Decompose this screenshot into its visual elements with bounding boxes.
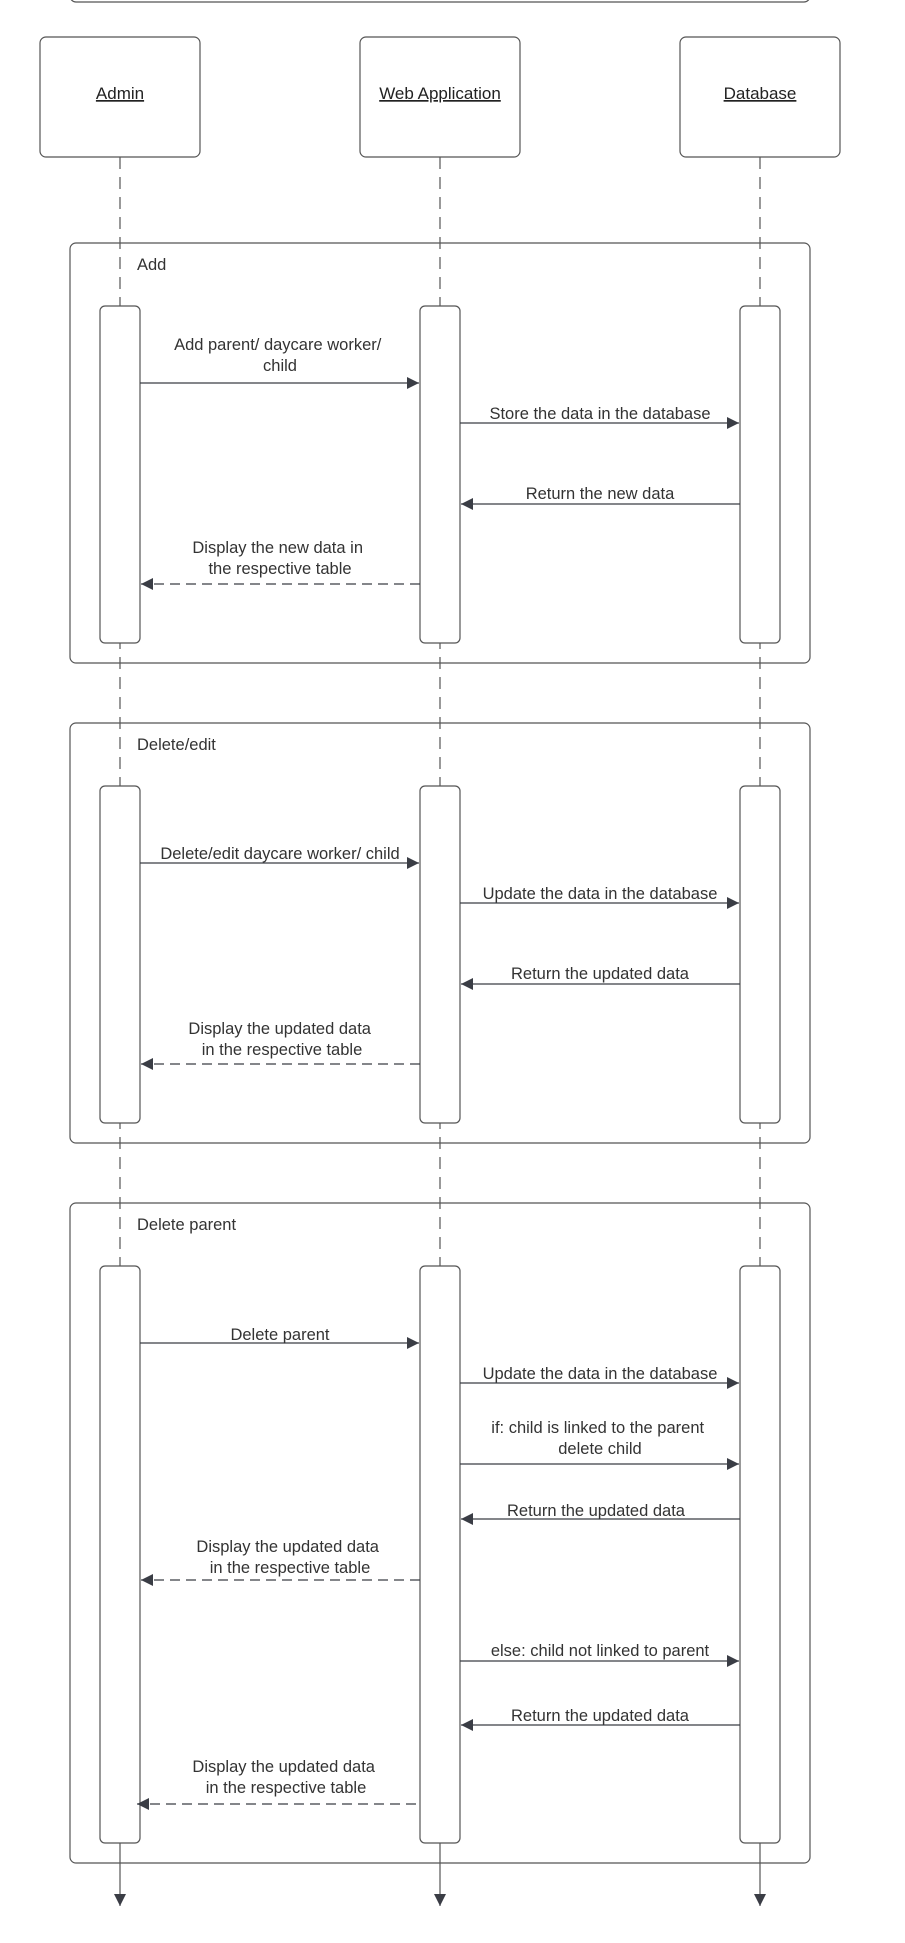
activation-bar-admin-2: [99, 785, 141, 1124]
message-label-line: Display the updated data: [192, 1758, 375, 1776]
activation-bar-web-3: [419, 1265, 461, 1844]
message-label-line: Display the new data in: [192, 539, 363, 557]
message: Update the data in the database: [460, 885, 739, 909]
message-label: Return the updated data: [511, 965, 690, 983]
top-partial-box: [70, 0, 810, 3]
message-label-line: Return the updated data: [511, 1707, 690, 1725]
actor-web: Web Application: [359, 36, 521, 158]
actor-db: Database: [679, 36, 841, 158]
lifeline-ends: [114, 1848, 766, 1906]
message-label: Display the new data in the respective t…: [192, 539, 367, 578]
activation-bar-admin-3: [99, 1265, 141, 1844]
message: Store the data in the database: [460, 405, 739, 429]
message-label: Update the data in the database: [483, 885, 718, 903]
message-label-line: Display the updated data: [196, 1538, 379, 1556]
sequence-diagram: Admin Web Application Database Add Delet…: [39, 0, 841, 1906]
message-label: Display the updated data in the respecti…: [196, 1538, 383, 1577]
message-label: else: child not linked to parent: [491, 1642, 710, 1660]
message: Delete/edit daycare worker/ child: [140, 845, 419, 869]
actor-admin: Admin: [39, 36, 201, 158]
message-label-line: Update the data in the database: [483, 1365, 718, 1383]
activation-bar-web-2: [419, 785, 461, 1124]
message-label-line: else: child not linked to parent: [491, 1642, 710, 1660]
message-label-line: in the respective table: [202, 1041, 363, 1059]
message: Display the updated data in the respecti…: [141, 1020, 420, 1070]
message: Return the updated data: [461, 1707, 740, 1731]
message-label-line: in the respective table: [206, 1779, 367, 1797]
message-label: if: child is linked to the parent delete…: [491, 1419, 708, 1458]
message-label: Display the updated data in the respecti…: [192, 1758, 379, 1797]
message-label: Store the data in the database: [489, 405, 710, 423]
message-label: Return the updated data: [511, 1707, 690, 1725]
message-label-line: the respective table: [208, 560, 351, 578]
actor-web-label: Web Application: [379, 84, 501, 103]
activation-bar-admin-1: [99, 305, 141, 644]
message: Display the updated data in the respecti…: [141, 1538, 420, 1586]
message: Return the new data: [461, 485, 740, 510]
message: Update the data in the database: [460, 1365, 739, 1389]
message-label-line: Add parent/ daycare worker/: [174, 336, 382, 354]
message: Display the new data in the respective t…: [141, 539, 420, 590]
message-label-line: if: child is linked to the parent: [491, 1419, 704, 1437]
actor-db-label: Database: [724, 84, 797, 103]
message-label: Return the new data: [526, 485, 675, 503]
fragment-delete-parent-label: Delete parent: [137, 1216, 236, 1234]
activation-bars: [99, 305, 781, 1844]
message-label-line: Return the updated data: [507, 1502, 686, 1520]
message-label-line: Delete parent: [230, 1326, 329, 1344]
message-label: Delete/edit daycare worker/ child: [160, 845, 399, 863]
actor-admin-label: Admin: [96, 84, 144, 103]
message-label-line: Store the data in the database: [489, 405, 710, 423]
message: Return the updated data: [461, 1502, 740, 1525]
message-label: Display the updated data in the respecti…: [188, 1020, 375, 1059]
message-label-line: child: [263, 357, 297, 375]
message: if: child is linked to the parent delete…: [460, 1419, 739, 1470]
fragment-add-label: Add: [137, 256, 166, 274]
message-label: Delete parent: [230, 1326, 329, 1344]
message: Delete parent: [140, 1326, 419, 1349]
message: Return the updated data: [461, 965, 740, 990]
message: Display the updated data in the respecti…: [137, 1758, 416, 1810]
activation-bar-db-3: [739, 1265, 781, 1844]
message-label-line: delete child: [558, 1440, 641, 1458]
message-label-line: Update the data in the database: [483, 885, 718, 903]
message-label: Update the data in the database: [483, 1365, 718, 1383]
message-label-line: Return the updated data: [511, 965, 690, 983]
message-label-line: Return the new data: [526, 485, 675, 503]
activation-bar-db-1: [739, 305, 781, 644]
activation-bar-db-2: [739, 785, 781, 1124]
activation-bar-web-1: [419, 305, 461, 644]
message-label-line: Display the updated data: [188, 1020, 371, 1038]
fragment-delete-edit-label: Delete/edit: [137, 736, 216, 754]
message-label: Return the updated data: [507, 1502, 686, 1520]
message-label-line: in the respective table: [210, 1559, 371, 1577]
message-label: Add parent/ daycare worker/ child: [174, 336, 386, 375]
message: else: child not linked to parent: [460, 1642, 739, 1667]
message-label-line: Delete/edit daycare worker/ child: [160, 845, 399, 863]
message: Add parent/ daycare worker/ child: [140, 336, 419, 389]
